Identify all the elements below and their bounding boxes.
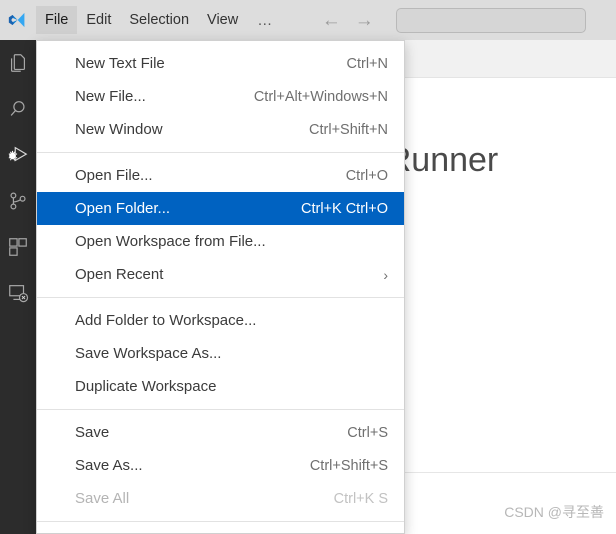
activity-item-search[interactable] [0, 86, 36, 132]
menu-item-open-workspace-from-file[interactable]: Open Workspace from File... [37, 225, 404, 258]
command-center-input[interactable] [395, 7, 586, 33]
menu-item-save-as[interactable]: Save As... Ctrl+Shift+S [37, 449, 404, 482]
menu-item-new-text-file[interactable]: New Text File Ctrl+N [37, 47, 404, 80]
chevron-right-icon: › [383, 266, 388, 283]
csdn-watermark: CSDN @寻至善 [504, 504, 604, 520]
menu-item-share[interactable]: Share › [37, 528, 404, 533]
run-debug-icon [6, 144, 30, 166]
menu-item-shortcut: Ctrl+N [346, 55, 389, 72]
menu-separator [37, 521, 404, 522]
menu-bar: File Edit Selection View … [36, 0, 284, 40]
menu-item-label: Save [75, 424, 110, 441]
menu-item-open-file[interactable]: Open File... Ctrl+O [37, 159, 404, 192]
source-control-icon [7, 190, 29, 212]
files-icon [7, 52, 29, 74]
arrow-right-icon[interactable]: → [355, 11, 374, 30]
menu-item-shortcut: Ctrl+Alt+Windows+N [253, 88, 388, 105]
menubar-item-selection[interactable]: Selection [120, 6, 198, 34]
menu-item-label: Save As... [75, 457, 143, 474]
menu-item-shortcut: Ctrl+O [345, 167, 388, 184]
menu-item-shortcut: Ctrl+K S [333, 490, 388, 507]
menu-item-label: Open Workspace from File... [75, 233, 266, 250]
menu-item-save-all: Save All Ctrl+K S [37, 482, 404, 515]
menu-item-save-workspace-as[interactable]: Save Workspace As... [37, 337, 404, 370]
menu-item-shortcut: Ctrl+Shift+S [309, 457, 388, 474]
menubar-item-file[interactable]: File [36, 6, 78, 34]
menu-item-shortcut: Ctrl+S [347, 424, 388, 441]
menu-item-open-folder[interactable]: Open Folder... Ctrl+K Ctrl+O [37, 192, 404, 225]
menu-item-open-recent[interactable]: Open Recent › [37, 258, 404, 291]
vscode-logo-icon [0, 0, 36, 40]
menu-item-label: Open File... [75, 167, 153, 184]
activity-item-run-and-debug[interactable] [0, 132, 36, 178]
menu-item-new-window[interactable]: New Window Ctrl+Shift+N [37, 113, 404, 146]
menu-item-new-file[interactable]: New File... Ctrl+Alt+Windows+N [37, 80, 404, 113]
menu-item-label: New Text File [75, 55, 165, 72]
menubar-item-more[interactable]: … [247, 6, 284, 34]
menu-separator [37, 152, 404, 153]
menu-item-label: Save All [75, 490, 130, 507]
menu-item-add-folder-to-workspace[interactable]: Add Folder to Workspace... [37, 304, 404, 337]
navigation-arrows: ← → [322, 11, 374, 30]
menu-item-label: New File... [75, 88, 146, 105]
activity-item-extensions[interactable] [0, 224, 36, 270]
activity-item-source-control[interactable] [0, 178, 36, 224]
extensions-icon [7, 236, 29, 258]
menu-item-label: Save Workspace As... [75, 345, 222, 362]
menu-item-label: Add Folder to Workspace... [75, 312, 257, 329]
file-menu-dropdown: New Text File Ctrl+N New File... Ctrl+Al… [36, 40, 405, 534]
menu-item-label: Open Folder... [75, 200, 171, 217]
menu-item-shortcut: Ctrl+K Ctrl+O [300, 200, 388, 217]
arrow-left-icon[interactable]: ← [322, 11, 341, 30]
menu-separator [37, 409, 404, 410]
menu-item-shortcut: Ctrl+Shift+N [309, 121, 388, 138]
vscode-window: Code Runner ✕ .run Code Runner Jun Han R… [0, 0, 616, 534]
menu-separator [37, 297, 404, 298]
activity-item-remote-explorer[interactable] [0, 270, 36, 316]
search-icon [7, 98, 29, 120]
menu-item-label: Open Recent [75, 266, 164, 283]
remote-explorer-icon [7, 282, 29, 304]
menubar-item-view[interactable]: View [198, 6, 247, 34]
menu-item-duplicate-workspace[interactable]: Duplicate Workspace [37, 370, 404, 403]
menu-item-save[interactable]: Save Ctrl+S [37, 416, 404, 449]
menu-item-label: Duplicate Workspace [75, 378, 217, 395]
menu-item-label: New Window [75, 121, 163, 138]
menubar-item-edit[interactable]: Edit [77, 6, 120, 34]
activity-item-explorer[interactable] [0, 40, 36, 86]
activity-bar [0, 40, 36, 534]
title-bar: File Edit Selection View … ← → [0, 0, 616, 40]
